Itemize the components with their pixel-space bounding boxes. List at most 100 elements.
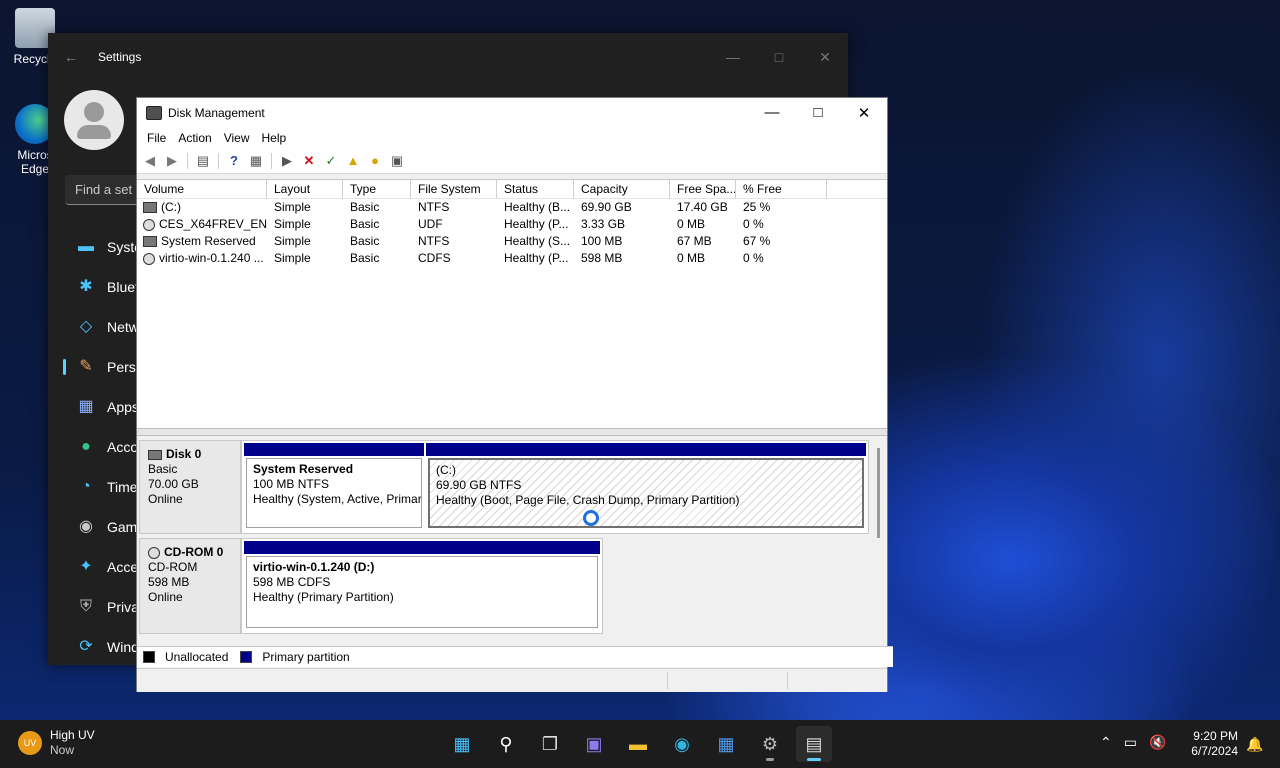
menu-action[interactable]: Action bbox=[172, 131, 217, 145]
help-icon[interactable]: ? bbox=[225, 152, 243, 170]
cd-drive-icon bbox=[143, 252, 155, 265]
file-explorer-button[interactable]: ▬ bbox=[620, 726, 656, 762]
nav-item-system[interactable]: ▬ Syste bbox=[65, 227, 144, 267]
column-header-capacity[interactable]: Capacity bbox=[574, 180, 670, 198]
delete-icon[interactable]: ✕ bbox=[300, 152, 318, 170]
minimize-button[interactable]: — bbox=[710, 49, 756, 66]
folder-icon: ▬ bbox=[629, 733, 647, 754]
percent-free-cell: 0 % bbox=[743, 217, 764, 231]
network-tray-icon[interactable]: ▭ bbox=[1124, 734, 1137, 751]
dm-title: Disk Management bbox=[168, 105, 265, 120]
cdrom-0-label[interactable]: CD-ROM 0 CD-ROM 598 MB Online bbox=[139, 538, 241, 634]
check-icon[interactable]: ✓ bbox=[322, 152, 340, 170]
notification-bell-icon[interactable]: 🔔 bbox=[1246, 736, 1263, 753]
dm-maximize-button[interactable]: □ bbox=[795, 104, 841, 122]
store-button[interactable]: ▦ bbox=[708, 726, 744, 762]
settings-title: Settings bbox=[98, 50, 142, 64]
show-hide-console-tree-icon[interactable]: ▤ bbox=[194, 152, 212, 170]
cdrom-0-name-row: CD-ROM 0 bbox=[148, 545, 232, 560]
uv-badge-icon: UV bbox=[18, 731, 42, 755]
edge-button[interactable]: ◉ bbox=[664, 726, 700, 762]
disk-0-label[interactable]: Disk 0 Basic 70.00 GB Online bbox=[139, 440, 241, 534]
task-view-button[interactable]: ❐ bbox=[532, 726, 568, 762]
clock-time: 9:20 PM bbox=[1193, 729, 1238, 743]
dm-close-button[interactable]: ✕ bbox=[841, 104, 887, 122]
disk-0-partitions: System Reserved 100 MB NTFS Healthy (Sys… bbox=[241, 440, 869, 534]
disk-0-name-row: Disk 0 bbox=[148, 447, 232, 462]
nav-item-accessibility[interactable]: ✦ Acce bbox=[65, 547, 144, 587]
start-button[interactable]: ▦ bbox=[444, 726, 480, 762]
status-cell: Healthy (S... bbox=[504, 234, 571, 248]
clock[interactable]: 9:20 PM 6/7/2024 bbox=[1182, 729, 1238, 759]
column-header-free-space[interactable]: Free Spa... bbox=[670, 180, 736, 198]
properties-icon[interactable]: ▦ bbox=[247, 152, 265, 170]
weather-title: High UV bbox=[50, 728, 95, 742]
accessibility-icon: ✦ bbox=[79, 558, 93, 575]
folder-search-icon[interactable]: ● bbox=[366, 152, 384, 170]
menu-view[interactable]: View bbox=[218, 131, 256, 145]
fs-cell: NTFS bbox=[418, 200, 450, 214]
nav-item-privacy[interactable]: ⛨ Priva bbox=[65, 587, 144, 627]
column-header-file-system[interactable]: File System bbox=[411, 180, 497, 198]
console-icon[interactable]: ▣ bbox=[388, 152, 406, 170]
nav-item-apps[interactable]: ▦ Apps bbox=[65, 387, 144, 427]
disk-management-app-icon bbox=[146, 105, 162, 120]
menu-file[interactable]: File bbox=[141, 131, 172, 145]
chevron-up-icon[interactable]: ⌃ bbox=[1100, 734, 1112, 751]
nav-item-accounts[interactable]: ● Acco bbox=[65, 427, 144, 467]
table-row[interactable]: System Reserved Simple Basic NTFS Health… bbox=[137, 233, 887, 250]
chat-button[interactable]: ▣ bbox=[576, 726, 612, 762]
pane-splitter[interactable] bbox=[137, 428, 887, 436]
settings-window-controls: — □ ✕ bbox=[710, 49, 848, 66]
volume-mute-icon[interactable]: 🔇 bbox=[1149, 734, 1166, 751]
nav-item-windows-update[interactable]: ⟳ Wind bbox=[65, 627, 144, 667]
dm-menubar: File Action View Help bbox=[137, 127, 887, 149]
table-row[interactable]: CES_X64FREV_EN-... Simple Basic UDF Heal… bbox=[137, 216, 887, 233]
partition-d-drive[interactable]: virtio-win-0.1.240 (D:) 598 MB CDFS Heal… bbox=[244, 541, 600, 631]
user-avatar[interactable] bbox=[64, 90, 124, 150]
nav-item-bluetooth[interactable]: ✱ Bluet bbox=[65, 267, 144, 307]
back-arrow-icon[interactable]: ← bbox=[64, 49, 84, 65]
close-button[interactable]: ✕ bbox=[802, 49, 848, 66]
partition-system-reserved[interactable]: System Reserved 100 MB NTFS Healthy (Sys… bbox=[244, 443, 424, 531]
partition-name: (C:) bbox=[436, 463, 456, 477]
capacity-cell: 3.33 GB bbox=[581, 217, 626, 231]
status-cell: Healthy (P... bbox=[504, 217, 569, 231]
cdrom-0-type: CD-ROM bbox=[148, 560, 198, 574]
search-button[interactable]: ⚲ bbox=[488, 726, 524, 762]
fs-cell: NTFS bbox=[418, 234, 450, 248]
taskbar-apps: ▦ ⚲ ❐ ▣ ▬ ◉ ▦ ⚙ ▤ bbox=[444, 726, 832, 762]
column-header-percent-free[interactable]: % Free bbox=[736, 180, 827, 198]
column-header-layout[interactable]: Layout bbox=[267, 180, 343, 198]
back-icon[interactable]: ◀ bbox=[141, 152, 159, 170]
toolbar-separator bbox=[187, 153, 188, 169]
weather-widget[interactable]: UV High UV Now bbox=[18, 728, 95, 758]
column-header-volume[interactable]: Volume bbox=[137, 180, 267, 198]
nav-item-network[interactable]: ◇ Netw bbox=[65, 307, 144, 347]
percent-free-cell: 0 % bbox=[743, 251, 764, 265]
dm-minimize-button[interactable]: — bbox=[749, 104, 795, 122]
nav-item-gaming[interactable]: ◉ Gam bbox=[65, 507, 144, 547]
nav-item-personalization[interactable]: ✎ Perso bbox=[63, 347, 144, 387]
layout-cell: Simple bbox=[274, 200, 311, 214]
volume-list-header: Volume Layout Type File System Status Ca… bbox=[137, 180, 887, 199]
partition-size: 69.90 GB NTFS bbox=[436, 478, 522, 492]
free-cell: 0 MB bbox=[677, 217, 706, 231]
column-header-type[interactable]: Type bbox=[343, 180, 411, 198]
table-row[interactable]: (C:) Simple Basic NTFS Healthy (B... 69.… bbox=[137, 199, 887, 216]
table-row[interactable]: virtio-win-0.1.240 ... Simple Basic CDFS… bbox=[137, 250, 887, 267]
settings-taskbar-button[interactable]: ⚙ bbox=[752, 726, 788, 762]
column-header-status[interactable]: Status bbox=[497, 180, 574, 198]
maximize-button[interactable]: □ bbox=[756, 49, 802, 66]
disk-pane-scrollbar[interactable] bbox=[877, 448, 880, 538]
capacity-cell: 69.90 GB bbox=[581, 200, 632, 214]
dm-window-controls: — □ ✕ bbox=[749, 104, 887, 122]
nav-item-time[interactable]: ◔ Time bbox=[65, 467, 144, 507]
disk-management-taskbar-button[interactable]: ▤ bbox=[796, 726, 832, 762]
menu-help[interactable]: Help bbox=[256, 131, 293, 145]
connect-icon[interactable]: ▶ bbox=[278, 152, 296, 170]
forward-icon[interactable]: ▶ bbox=[163, 152, 181, 170]
folder-up-icon[interactable]: ▲ bbox=[344, 152, 362, 170]
layout-cell: Simple bbox=[274, 217, 311, 231]
partition-c-drive[interactable]: (C:) 69.90 GB NTFS Healthy (Boot, Page F… bbox=[426, 443, 866, 531]
